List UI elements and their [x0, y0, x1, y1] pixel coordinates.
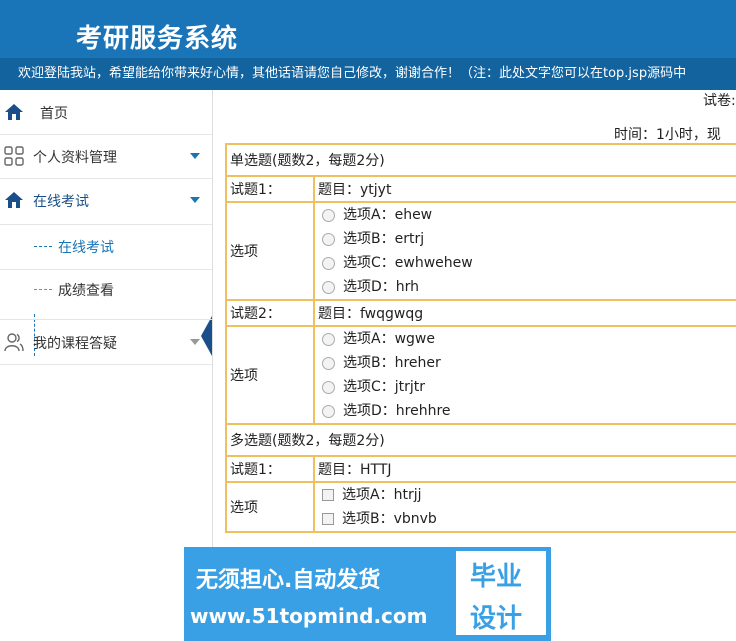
sidebar-subitem-label: 成绩查看	[58, 283, 114, 299]
option-label: 选项A：htrjj	[342, 487, 422, 503]
options-label: 选项	[225, 325, 315, 425]
option-a[interactable]: 选项A：ehew	[318, 203, 736, 227]
sidebar-item-home[interactable]: 首页	[0, 90, 212, 135]
question-label: 试题1：	[225, 175, 315, 203]
radio-button[interactable]	[322, 208, 335, 222]
radio-button[interactable]	[322, 256, 335, 270]
app-title: 考研服务系统	[76, 24, 239, 54]
option-label: 选项B：vbnvb	[342, 511, 437, 527]
sidebar-item-label: 首页	[40, 106, 68, 122]
welcome-marquee: 欢迎登陆我站，希望能给你带来好心情，其他话语请您自己修改，谢谢合作！（注：此处文…	[0, 58, 736, 90]
app-header: 考研服务系统	[0, 0, 736, 58]
sidebar-subitem-scores[interactable]: 成绩查看	[0, 268, 212, 312]
option-d[interactable]: 选项D：hrehhre	[318, 399, 736, 423]
watermark-badge-text: 毕业	[470, 562, 523, 592]
option-c[interactable]: 选项C：ewhwehew	[318, 251, 736, 275]
exam-table: 单选题(题数2，每题2分) 试题1： 题目：ytjyt 选项 选项A：ehew …	[225, 143, 736, 533]
tree-dash	[34, 246, 52, 247]
option-b[interactable]: 选项B：ertrj	[318, 227, 736, 251]
marquee-text: 欢迎登陆我站，希望能给你带来好心情，其他话语请您自己修改，谢谢合作！（注：此处文…	[18, 66, 687, 81]
radio-button[interactable]	[322, 380, 335, 394]
question-title: 题目：fwqgwqg	[313, 299, 736, 327]
options-cell: 选项A：ehew 选项B：ertrj 选项C：ewhwehew 选项D：hrh	[313, 201, 736, 301]
radio-button[interactable]	[322, 232, 335, 246]
option-label: 选项C：ewhwehew	[343, 255, 473, 271]
options-cell: 选项A：wgwe 选项B：hreher 选项C：jtrjtr 选项D：hrehh…	[313, 325, 736, 425]
option-b[interactable]: 选项B：hreher	[318, 351, 736, 375]
home-icon	[5, 104, 23, 120]
checkbox[interactable]	[322, 513, 334, 525]
sidebar-subitem-label: 在线考试	[58, 240, 114, 256]
home-icon	[5, 192, 23, 208]
option-b[interactable]: 选项B：vbnvb	[318, 507, 736, 531]
sidebar-item-label: 我的课程答疑	[33, 336, 117, 352]
users-icon	[4, 333, 24, 352]
sidebar-item-qa[interactable]: 我的课程答疑	[0, 319, 212, 365]
sidebar-item-label: 在线考试	[33, 194, 89, 210]
option-label: 选项D：hrehhre	[343, 403, 451, 419]
question-label: 试题1：	[225, 455, 315, 483]
sidebar-item-profile[interactable]: 个人资料管理	[0, 134, 212, 179]
watermark-slogan: 无须担心.自动发货	[196, 568, 381, 593]
checkbox[interactable]	[322, 489, 334, 501]
question-title: 题目：HTTJ	[313, 455, 736, 483]
option-label: 选项B：hreher	[343, 355, 441, 371]
chevron-down-icon	[190, 197, 200, 203]
tree-dash	[34, 289, 52, 290]
options-label: 选项	[225, 481, 315, 533]
sidebar-item-label: 个人资料管理	[33, 150, 117, 166]
question-title: 题目：ytjyt	[313, 175, 736, 203]
watermark-badge-text: 设计	[470, 604, 523, 634]
exam-info: 时间：1小时，现	[614, 127, 721, 143]
sidebar: 首页 个人资料管理 在线考试 在线考试 成绩查看 我的课程答疑	[0, 90, 213, 641]
watermark-url: www.51topmind.com	[190, 604, 428, 628]
grid-icon	[4, 146, 24, 166]
option-label: 选项A：ehew	[343, 207, 433, 223]
sidebar-subitem-online-exam[interactable]: 在线考试	[0, 224, 212, 270]
chevron-down-icon	[190, 153, 200, 159]
question-label: 试题2：	[225, 299, 315, 327]
option-label: 选项B：ertrj	[343, 231, 425, 247]
section-header-multi: 多选题(题数2，每题2分)	[225, 423, 736, 457]
option-label: 选项D：hrh	[343, 279, 420, 295]
option-label: 选项A：wgwe	[343, 331, 435, 347]
section-header-single: 单选题(题数2，每题2分)	[225, 143, 736, 177]
exam-title: 试卷:	[703, 93, 736, 109]
option-c[interactable]: 选项C：jtrjtr	[318, 375, 736, 399]
option-d[interactable]: 选项D：hrh	[318, 275, 736, 299]
radio-button[interactable]	[322, 332, 335, 346]
options-label: 选项	[225, 201, 315, 301]
radio-button[interactable]	[322, 404, 335, 418]
options-cell: 选项A：htrjj 选项B：vbnvb	[313, 481, 736, 533]
option-a[interactable]: 选项A：htrjj	[318, 483, 736, 507]
radio-button[interactable]	[322, 356, 335, 370]
sidebar-item-exam[interactable]: 在线考试	[0, 178, 212, 222]
option-a[interactable]: 选项A：wgwe	[318, 327, 736, 351]
radio-button[interactable]	[322, 280, 335, 294]
option-label: 选项C：jtrjtr	[343, 379, 426, 395]
chevron-down-icon	[190, 339, 200, 345]
